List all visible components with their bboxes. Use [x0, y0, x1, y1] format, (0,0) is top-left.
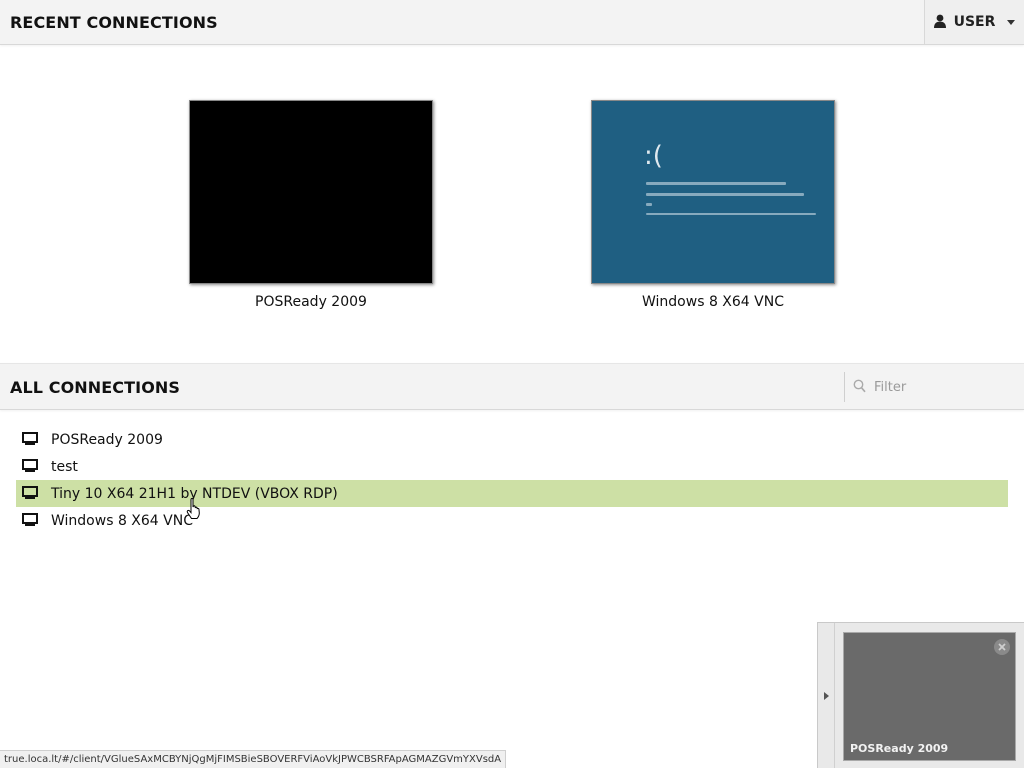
recent-connection-windows8[interactable]: :( Windows 8 X64 VNC: [591, 100, 835, 310]
monitor-icon: [22, 431, 40, 448]
recent-connections-header: RECENT CONNECTIONS USER: [0, 0, 1024, 45]
monitor-icon: [22, 458, 40, 475]
connection-item-posready[interactable]: POSReady 2009: [16, 426, 1008, 453]
user-menu-button[interactable]: USER: [924, 0, 1024, 44]
status-url-bar: true.loca.lt/#/client/VGlueSAxMCBYNjQgMj…: [0, 750, 507, 768]
all-connections-title: ALL CONNECTIONS: [10, 378, 181, 397]
connection-list: POSReady 2009 test Tiny 10 X64 21H1 by N…: [16, 426, 1008, 534]
filter-box[interactable]: [844, 372, 1024, 402]
all-connections-header: ALL CONNECTIONS: [0, 363, 1024, 410]
connection-label: test: [51, 458, 78, 475]
active-sessions-panel: POSReady 2009: [817, 622, 1024, 768]
user-label: USER: [953, 14, 996, 30]
bsod-text-line: [646, 182, 786, 185]
connection-thumbnail[interactable]: [189, 100, 433, 284]
search-icon: [853, 378, 866, 397]
filter-input[interactable]: [874, 379, 1014, 395]
panel-toggle-button[interactable]: [818, 623, 835, 768]
active-session-label: POSReady 2009: [850, 742, 949, 755]
chevron-right-icon: [823, 692, 829, 700]
recent-connection-label: Windows 8 X64 VNC: [642, 294, 784, 310]
connection-item-test[interactable]: test: [16, 453, 1008, 480]
connection-label: Windows 8 X64 VNC: [51, 512, 193, 529]
connection-item-windows8[interactable]: Windows 8 X64 VNC: [16, 507, 1008, 534]
user-icon: [933, 13, 946, 32]
bsod-text-line: [646, 213, 816, 215]
active-session-thumbnail[interactable]: POSReady 2009: [843, 632, 1016, 761]
connection-item-tiny10[interactable]: Tiny 10 X64 21H1 by NTDEV (VBOX RDP): [16, 480, 1008, 507]
connection-thumbnail[interactable]: :(: [591, 100, 835, 284]
recent-connection-posready[interactable]: POSReady 2009: [189, 100, 433, 310]
bsod-text-line: [646, 193, 804, 196]
chevron-down-icon: [1007, 20, 1016, 25]
bsod-sad-face: :(: [644, 141, 663, 171]
recent-connections-title: RECENT CONNECTIONS: [10, 13, 218, 32]
close-icon[interactable]: [994, 639, 1010, 655]
monitor-icon: [22, 485, 40, 502]
hand-cursor-icon: [186, 497, 202, 524]
bsod-text-line: [646, 203, 652, 206]
recent-connection-label: POSReady 2009: [255, 294, 367, 310]
monitor-icon: [22, 512, 40, 529]
connection-label: POSReady 2009: [51, 431, 163, 448]
